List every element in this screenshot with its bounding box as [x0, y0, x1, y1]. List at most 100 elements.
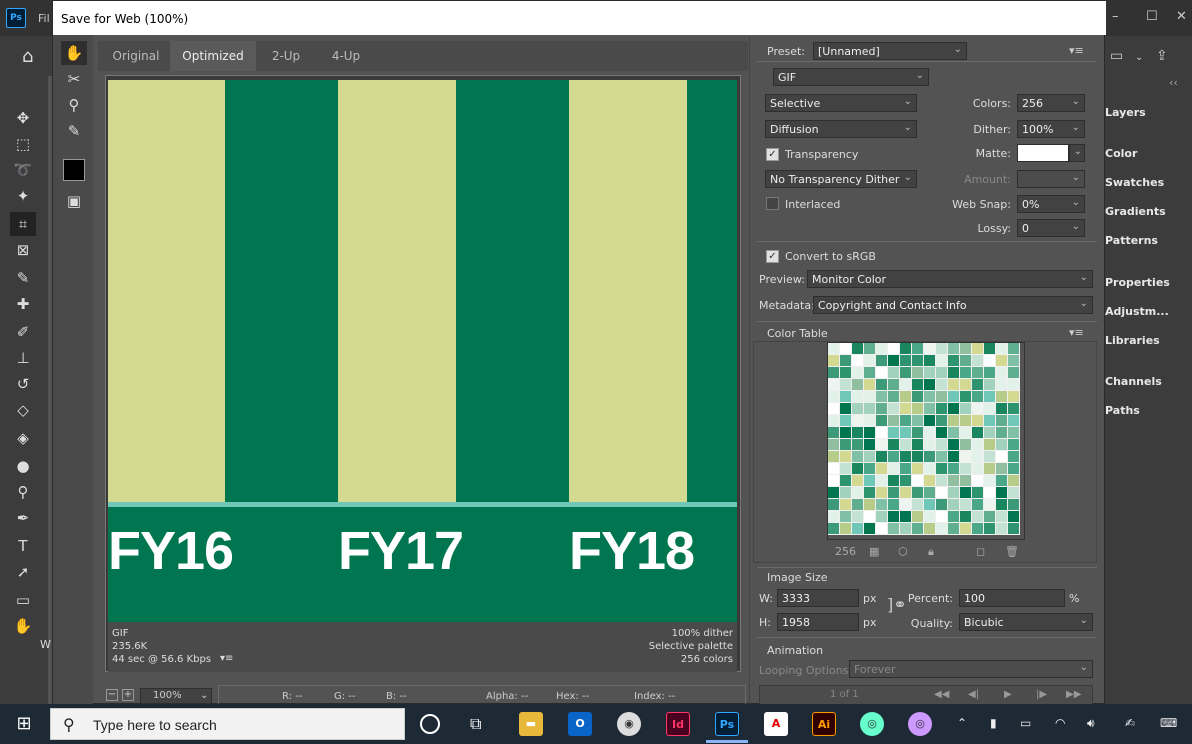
color-swatch[interactable] [876, 391, 888, 403]
color-swatch[interactable] [912, 367, 924, 379]
color-swatch[interactable] [876, 403, 888, 415]
color-swatch[interactable] [948, 427, 960, 439]
color-swatch[interactable] [828, 511, 840, 523]
color-swatch[interactable] [840, 379, 852, 391]
color-swatch[interactable] [888, 403, 900, 415]
metadata-select[interactable]: Copyright and Contact Info ⌄ [813, 296, 1093, 314]
toggle-slices-icon[interactable]: ▣ [61, 189, 87, 213]
task-view-icon[interactable]: ⧉ [470, 714, 481, 734]
color-swatch[interactable] [948, 499, 960, 511]
chevron-down-icon[interactable]: ⌄ [200, 690, 208, 701]
color-swatch[interactable] [888, 367, 900, 379]
panel-layers[interactable]: Layers [1105, 106, 1146, 119]
color-swatch[interactable] [876, 379, 888, 391]
color-swatch[interactable] [984, 499, 996, 511]
color-swatch[interactable] [948, 451, 960, 463]
color-swatch[interactable] [924, 475, 936, 487]
color-swatch[interactable] [1008, 499, 1020, 511]
move-tool-icon[interactable]: ✥ [10, 106, 36, 130]
color-swatch[interactable] [972, 415, 984, 427]
color-swatch[interactable] [1008, 439, 1020, 451]
color-swatch[interactable] [900, 439, 912, 451]
color-swatch[interactable] [876, 439, 888, 451]
color-swatch[interactable] [900, 427, 912, 439]
download-menu-icon[interactable]: ▾≡ [220, 653, 233, 664]
color-swatch[interactable] [852, 415, 864, 427]
color-swatch[interactable] [984, 523, 996, 535]
maximize-button[interactable]: ☐ [1146, 9, 1158, 24]
color-swatch[interactable] [972, 355, 984, 367]
color-swatch[interactable] [888, 463, 900, 475]
chevron-down-icon[interactable]: ⌄ [1135, 52, 1143, 63]
color-swatch[interactable] [996, 343, 1008, 355]
color-swatch[interactable] [840, 463, 852, 475]
next-frame-icon[interactable]: |▶ [1036, 689, 1047, 700]
color-swatch[interactable] [936, 415, 948, 427]
color-swatch[interactable] [840, 511, 852, 523]
color-swatch[interactable] [888, 451, 900, 463]
lasso-tool-icon[interactable]: ➰ [10, 158, 36, 182]
color-swatch[interactable] [972, 391, 984, 403]
color-swatch[interactable] [996, 379, 1008, 391]
color-swatch[interactable] [888, 475, 900, 487]
color-swatch[interactable] [876, 367, 888, 379]
color-swatch[interactable] [1008, 427, 1020, 439]
color-swatch[interactable] [912, 391, 924, 403]
color-swatch[interactable] [972, 463, 984, 475]
color-swatch[interactable] [912, 415, 924, 427]
color-swatch[interactable] [900, 463, 912, 475]
color-swatch[interactable] [888, 499, 900, 511]
color-swatch[interactable] [924, 511, 936, 523]
color-swatch[interactable] [840, 439, 852, 451]
width-input[interactable]: 3333 [777, 589, 859, 607]
color-swatch[interactable] [960, 439, 972, 451]
panel-properties[interactable]: Properties [1105, 276, 1170, 289]
color-swatch[interactable] [852, 511, 864, 523]
color-swatch[interactable] [960, 463, 972, 475]
color-swatch[interactable] [936, 511, 948, 523]
color-swatch[interactable] [900, 367, 912, 379]
color-reduction-select[interactable]: Selective ⌄ [765, 94, 917, 112]
color-swatch[interactable] [972, 343, 984, 355]
color-swatch[interactable] [876, 343, 888, 355]
color-swatch[interactable] [912, 403, 924, 415]
panel-paths[interactable]: Paths [1105, 404, 1140, 417]
acrobat-icon[interactable]: A [764, 712, 788, 736]
color-swatch[interactable] [948, 439, 960, 451]
type-tool-icon[interactable]: T [10, 534, 36, 558]
color-swatch[interactable] [996, 523, 1008, 535]
color-swatch[interactable] [948, 415, 960, 427]
color-swatch[interactable] [912, 427, 924, 439]
percent-input[interactable]: 100 [959, 589, 1065, 607]
color-swatch[interactable] [852, 343, 864, 355]
color-swatch[interactable] [828, 391, 840, 403]
hand-tool-icon[interactable]: ✋ [10, 614, 36, 638]
color-swatch[interactable] [852, 439, 864, 451]
color-swatch[interactable] [1008, 511, 1020, 523]
color-swatch[interactable] [924, 355, 936, 367]
color-swatch[interactable] [828, 475, 840, 487]
color-swatch[interactable] [996, 487, 1008, 499]
color-swatch[interactable] [900, 391, 912, 403]
color-swatch[interactable] [996, 499, 1008, 511]
color-swatch[interactable] [960, 427, 972, 439]
color-swatch[interactable] [948, 391, 960, 403]
color-swatch[interactable] [828, 379, 840, 391]
color-swatch[interactable] [1008, 403, 1020, 415]
color-swatch[interactable] [876, 475, 888, 487]
color-swatch[interactable] [924, 403, 936, 415]
color-swatch[interactable] [924, 343, 936, 355]
color-swatch[interactable] [852, 391, 864, 403]
websnap-select[interactable]: 0% ⌄ [1017, 195, 1085, 213]
color-swatch[interactable] [888, 523, 900, 535]
color-swatch[interactable] [852, 451, 864, 463]
minimize-button[interactable]: – [1112, 9, 1119, 24]
color-swatch[interactable] [828, 523, 840, 535]
color-swatch[interactable] [996, 463, 1008, 475]
color-swatch[interactable] [924, 379, 936, 391]
color-swatch[interactable] [912, 475, 924, 487]
color-swatch[interactable] [984, 355, 996, 367]
color-swatch[interactable] [924, 391, 936, 403]
color-swatch[interactable] [972, 511, 984, 523]
color-swatch[interactable] [852, 499, 864, 511]
